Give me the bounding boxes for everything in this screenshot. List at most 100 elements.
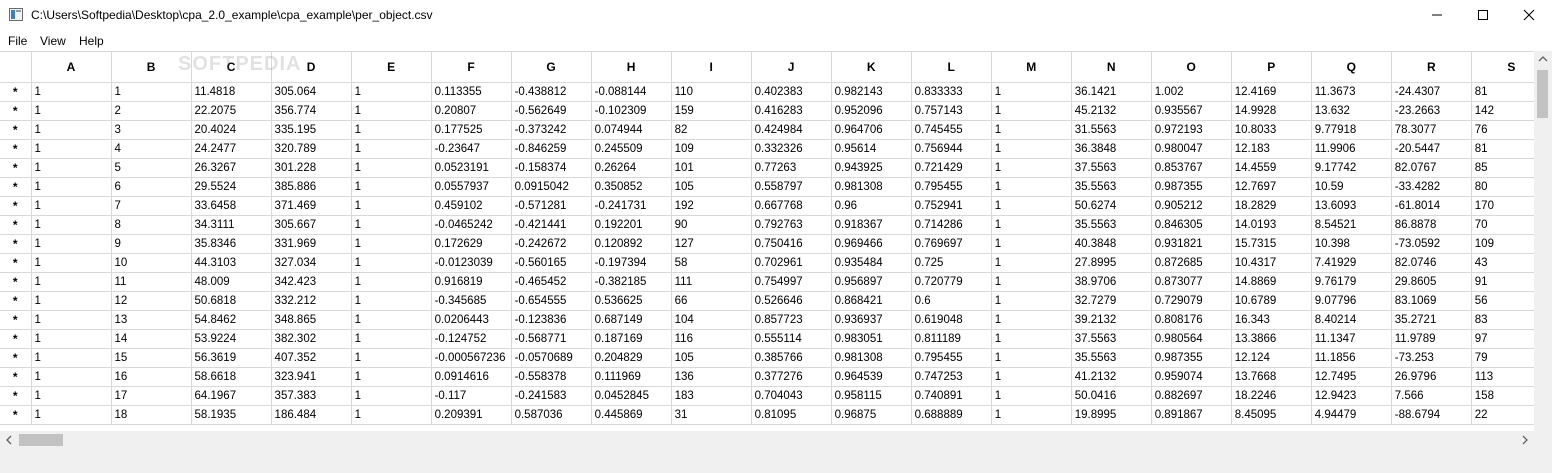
table-cell[interactable]: 0.980047 <box>1151 139 1232 159</box>
table-cell[interactable]: 9.07796 <box>1311 291 1392 311</box>
table-cell[interactable]: 11.9906 <box>1311 139 1392 159</box>
table-cell[interactable]: 10 <box>111 253 192 273</box>
row-header[interactable]: * <box>0 234 32 254</box>
table-cell[interactable]: 0.981308 <box>831 177 912 197</box>
table-cell[interactable]: 382.302 <box>271 329 352 349</box>
table-cell[interactable]: -0.117 <box>431 386 512 406</box>
table-cell[interactable]: 1 <box>991 348 1072 368</box>
table-cell[interactable]: 82.0767 <box>1391 158 1472 178</box>
table-cell[interactable]: 385.886 <box>271 177 352 197</box>
table-cell[interactable]: 66 <box>671 291 752 311</box>
table-row[interactable]: * 1 3 20.4024 335.195 1 0.177525 -0.373242 0.074… <box>0 120 1534 140</box>
table-cell[interactable]: 1 <box>31 405 112 425</box>
table-cell[interactable]: 111 <box>671 272 752 292</box>
table-cell[interactable]: 0.808176 <box>1151 310 1232 330</box>
table-cell[interactable]: 2 <box>111 101 192 121</box>
table-cell[interactable]: 1 <box>31 101 112 121</box>
table-cell[interactable]: 0.747253 <box>911 367 992 387</box>
table-cell[interactable]: 13.7668 <box>1231 367 1312 387</box>
table-row[interactable]: * 1 4 24.2477 320.789 1 -0.23647 -0.846259 0.245… <box>0 139 1534 159</box>
table-cell[interactable]: 1 <box>351 348 432 368</box>
table-cell[interactable]: 56.3619 <box>191 348 272 368</box>
table-cell[interactable]: -88.6794 <box>1391 405 1472 425</box>
table-cell[interactable]: 8.54521 <box>1311 215 1392 235</box>
table-cell[interactable]: 159 <box>671 101 752 121</box>
column-header-h[interactable]: H <box>591 52 672 83</box>
table-cell[interactable]: 35.5563 <box>1071 215 1152 235</box>
table-cell[interactable]: 0.667768 <box>751 196 832 216</box>
table-cell[interactable]: 3 <box>111 120 192 140</box>
table-cell[interactable]: 0.769697 <box>911 234 992 254</box>
table-cell[interactable]: 43 <box>1471 253 1534 273</box>
row-header[interactable]: * <box>0 291 32 311</box>
table-cell[interactable]: 105 <box>671 177 752 197</box>
table-cell[interactable]: 13.632 <box>1311 101 1392 121</box>
table-cell[interactable]: 1 <box>991 234 1072 254</box>
table-cell[interactable]: -0.438812 <box>511 82 592 102</box>
table-row[interactable]: * 1 14 53.9224 382.302 1 -0.124752 -0.568771 0.1… <box>0 329 1534 349</box>
table-cell[interactable]: 70 <box>1471 215 1534 235</box>
column-header-p[interactable]: P <box>1231 52 1312 83</box>
table-cell[interactable]: 37.5563 <box>1071 158 1152 178</box>
table-cell[interactable]: 0.416283 <box>751 101 832 121</box>
table-cell[interactable]: 0.77263 <box>751 158 832 178</box>
table-cell[interactable]: 109 <box>671 139 752 159</box>
table-cell[interactable]: -0.242672 <box>511 234 592 254</box>
table-cell[interactable]: 8 <box>111 215 192 235</box>
column-header-f[interactable]: F <box>431 52 512 83</box>
table-cell[interactable]: 1 <box>991 253 1072 273</box>
table-row[interactable]: * 1 8 34.3111 305.667 1 -0.0465242 -0.421441 0.1… <box>0 215 1534 235</box>
table-row[interactable]: * 1 13 54.8462 348.865 1 0.0206443 -0.123836 0.6… <box>0 310 1534 330</box>
table-cell[interactable]: 356.774 <box>271 101 352 121</box>
table-cell[interactable]: 0.983051 <box>831 329 912 349</box>
table-cell[interactable]: 10.59 <box>1311 177 1392 197</box>
table-cell[interactable]: 0.811189 <box>911 329 992 349</box>
table-cell[interactable]: 0.714286 <box>911 215 992 235</box>
data-grid[interactable]: ABCDEFGHIJKLMNOPQRS * 1 1 11.4818 305.064 1 0.… <box>0 51 1534 432</box>
table-cell[interactable]: 0.95614 <box>831 139 912 159</box>
table-cell[interactable]: 81 <box>1471 139 1534 159</box>
table-cell[interactable]: 305.667 <box>271 215 352 235</box>
table-cell[interactable]: 17 <box>111 386 192 406</box>
table-cell[interactable]: 4 <box>111 139 192 159</box>
table-cell[interactable]: 0.424984 <box>751 120 832 140</box>
table-cell[interactable]: -0.568771 <box>511 329 592 349</box>
table-cell[interactable]: 1 <box>31 386 112 406</box>
table-cell[interactable]: 0.916819 <box>431 272 512 292</box>
table-cell[interactable]: 0.833333 <box>911 82 992 102</box>
row-header[interactable]: * <box>0 158 32 178</box>
table-cell[interactable]: 26.9796 <box>1391 367 1472 387</box>
table-cell[interactable]: 0.187169 <box>591 329 672 349</box>
table-cell[interactable]: 0.526646 <box>751 291 832 311</box>
table-cell[interactable]: 50.6818 <box>191 291 272 311</box>
table-cell[interactable]: 0.952096 <box>831 101 912 121</box>
column-header-e[interactable]: E <box>351 52 432 83</box>
table-cell[interactable]: -0.560165 <box>511 253 592 273</box>
table-cell[interactable]: -73.0592 <box>1391 234 1472 254</box>
row-header[interactable]: * <box>0 82 32 102</box>
table-cell[interactable]: 11.1347 <box>1311 329 1392 349</box>
table-corner[interactable] <box>0 52 32 83</box>
table-cell[interactable]: 1 <box>31 348 112 368</box>
table-cell[interactable]: 0.987355 <box>1151 348 1232 368</box>
table-cell[interactable]: 0.792763 <box>751 215 832 235</box>
table-cell[interactable]: 1 <box>31 158 112 178</box>
menu-help[interactable]: Help <box>79 34 104 48</box>
table-cell[interactable]: 1 <box>31 215 112 235</box>
table-cell[interactable]: 1 <box>991 82 1072 102</box>
row-header[interactable]: * <box>0 177 32 197</box>
table-cell[interactable]: 12.9423 <box>1311 386 1392 406</box>
row-header[interactable]: * <box>0 329 32 349</box>
table-cell[interactable]: -0.846259 <box>511 139 592 159</box>
table-cell[interactable]: 14 <box>111 329 192 349</box>
table-cell[interactable]: 24.2477 <box>191 139 272 159</box>
table-cell[interactable]: 1 <box>31 367 112 387</box>
table-cell[interactable]: 18.2246 <box>1231 386 1312 406</box>
close-button[interactable] <box>1506 0 1552 30</box>
table-cell[interactable]: 15 <box>111 348 192 368</box>
row-header[interactable]: * <box>0 348 32 368</box>
table-cell[interactable]: 29.8605 <box>1391 272 1472 292</box>
table-cell[interactable]: 27.8995 <box>1071 253 1152 273</box>
table-cell[interactable]: -20.5447 <box>1391 139 1472 159</box>
table-cell[interactable]: 5 <box>111 158 192 178</box>
